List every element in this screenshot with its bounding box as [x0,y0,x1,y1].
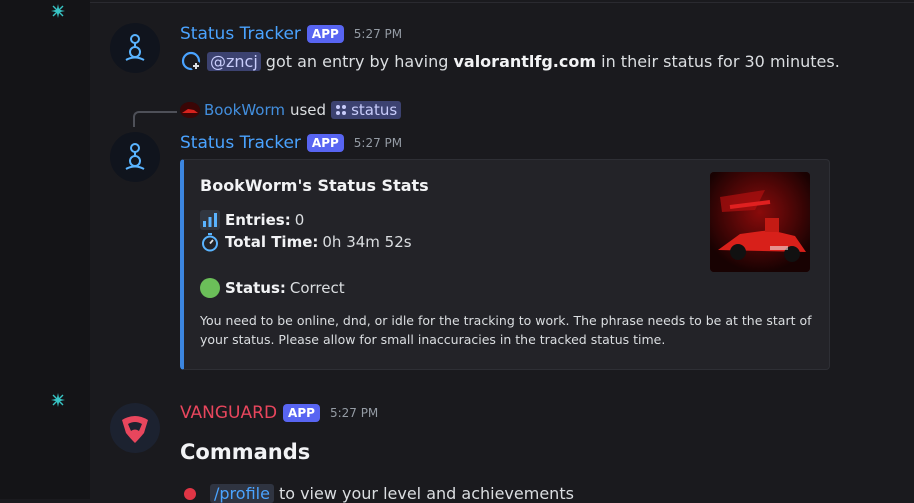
total-time-field: Total Time: 0h 34m 52s [200,232,412,252]
embed-thumbnail[interactable] [710,172,810,272]
reply-avatar[interactable] [180,102,200,118]
add-friend-icon [181,51,201,71]
reply-preview[interactable]: BookWorm used status [180,101,402,119]
divider [90,2,914,3]
sparkle-icon [51,4,65,18]
race-car-image [710,172,810,272]
status-value: Correct [289,279,345,297]
avatar[interactable] [110,23,160,73]
bar-chart-icon [200,210,220,230]
status-tracker-avatar-icon [125,143,145,170]
message-header: Status Tracker APP 5:27 PM [180,24,402,44]
message-content: @zncj got an entry by having valorantlfg… [180,50,840,72]
embed-footnote: You need to be online, dnd, or idle for … [200,313,812,347]
green-circle-icon [200,278,220,298]
bold-phrase: valorantlfg.com [453,51,597,71]
slash-command[interactable]: /profile [210,484,274,503]
reply-connector [133,111,177,127]
avatar[interactable] [110,132,160,182]
embed-title: BookWorm's Status Stats [200,176,429,195]
total-time-label: Total Time: [225,233,319,251]
message-text: got an entry by having [265,51,449,71]
timestamp[interactable]: 5:27 PM [330,406,378,420]
reply-username[interactable]: BookWorm [204,101,285,119]
stopwatch-icon [200,232,220,252]
author-name[interactable]: Status Tracker [180,24,301,44]
stats-embed: BookWorm's Status Stats Entries: 0 Total… [180,159,830,370]
reply-used-text: used [289,101,327,119]
timestamp[interactable]: 5:27 PM [354,136,402,150]
timestamp[interactable]: 5:27 PM [354,27,402,41]
entries-label: Entries: [225,211,291,229]
total-time-value: 0h 34m 52s [322,233,412,251]
app-badge: APP [283,404,320,422]
commands-heading: Commands [180,440,311,464]
sparkle-icon [51,393,65,407]
user-mention[interactable]: @zncj [207,51,261,71]
red-circle-icon [184,487,196,500]
message-header: Status Tracker APP 5:27 PM [180,133,402,153]
status-label: Status: [225,279,286,297]
slash-command[interactable]: status [331,101,402,119]
command-icon [336,105,347,115]
message-text: in their status for 30 minutes. [601,51,840,71]
command-name: status [351,101,398,119]
message-header: VANGUARD APP 5:27 PM [180,403,378,423]
entries-value: 0 [294,211,305,229]
left-gutter [0,0,90,499]
app-badge: APP [306,25,344,43]
author-name[interactable]: VANGUARD [180,403,277,423]
app-badge: APP [306,134,344,152]
vanguard-logo-icon [122,416,148,443]
status-tracker-avatar-icon [125,34,145,61]
entries-field: Entries: 0 [200,210,304,230]
status-field: Status: Correct [200,278,345,298]
author-name[interactable]: Status Tracker [180,133,301,153]
command-description: to view your level and achievements [278,484,574,503]
list-item: /profile to view your level and achievem… [184,484,574,503]
avatar[interactable] [110,403,160,453]
